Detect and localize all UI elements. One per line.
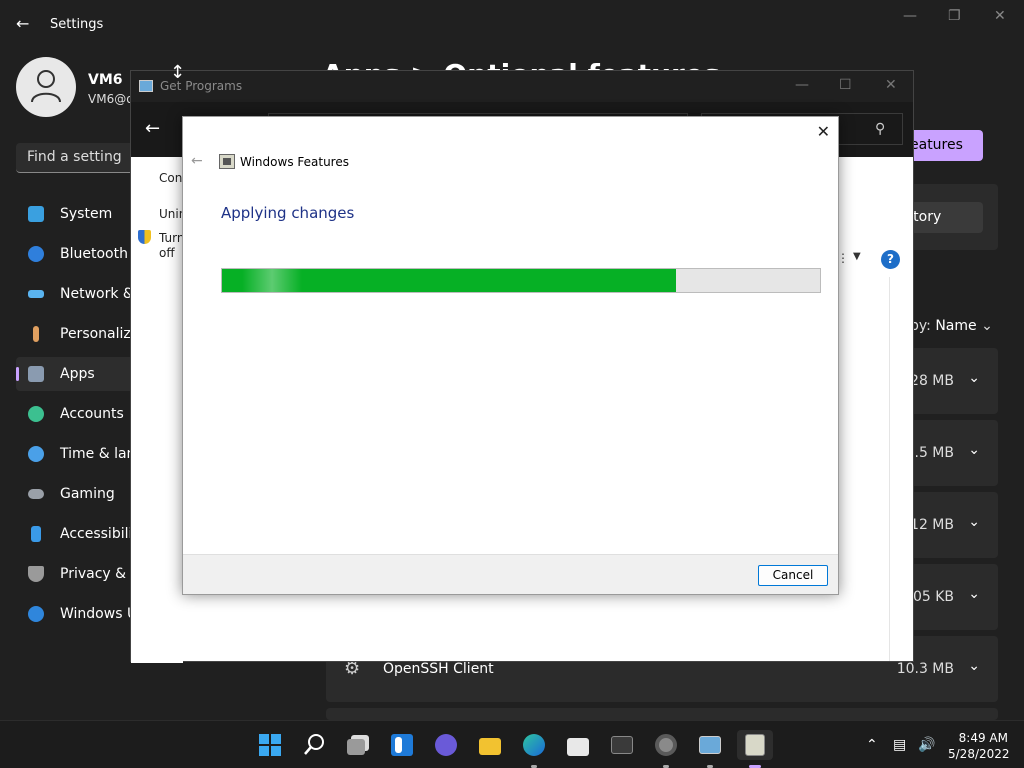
windows-logo-icon [259, 734, 281, 756]
brush-icon [33, 326, 39, 342]
volume-icon[interactable]: 🔊 [918, 737, 935, 753]
settings-button[interactable] [651, 730, 681, 768]
terminal-icon [611, 736, 633, 754]
start-button[interactable] [255, 730, 285, 760]
uac-shield-icon [138, 230, 151, 244]
control-panel-icon [699, 736, 721, 754]
progress-fill [222, 269, 676, 292]
avatar[interactable] [16, 57, 76, 117]
left-pane: Cont Unin Turn off [131, 157, 183, 663]
widgets-icon-panel [395, 737, 402, 753]
close-icon[interactable]: ✕ [994, 8, 1006, 24]
progress-bar [221, 268, 821, 293]
resize-cursor-icon: ↕ [170, 62, 186, 83]
taskbar-search-button[interactable] [299, 730, 329, 760]
maximize-icon[interactable]: ☐ [839, 77, 852, 93]
wifi-icon [28, 290, 44, 298]
control-panel-home-link[interactable]: Cont [159, 171, 183, 185]
clock[interactable]: 8:49 AM 5/28/2022 [948, 730, 1010, 762]
store-icon [567, 738, 589, 756]
user-name: VM6 [88, 72, 123, 88]
sidebar-item-label: Accounts [60, 406, 124, 422]
settings-title: Settings [50, 17, 104, 32]
chevron-down-icon[interactable]: ⌄ [968, 370, 980, 386]
system-icon [28, 206, 44, 222]
windows-features-icon [219, 154, 235, 169]
restore-icon[interactable]: ❐ [948, 8, 961, 24]
gamepad-icon [28, 489, 44, 499]
chevron-down-icon[interactable]: ⌄ [968, 658, 980, 674]
apps-icon [28, 366, 44, 382]
file-explorer-button[interactable] [475, 730, 505, 760]
sidebar-item-label: System [60, 206, 113, 222]
update-icon [28, 606, 44, 622]
user-icon [31, 70, 61, 103]
windows-features-button[interactable] [737, 730, 773, 768]
minimize-icon[interactable]: — [903, 8, 917, 24]
accessibility-icon [31, 526, 41, 542]
folder-icon [479, 738, 501, 755]
control-panel-icon [139, 80, 153, 92]
windows-features-icon [745, 734, 765, 756]
taskbar: ⌃ ▤ 🔊 8:49 AM 5/28/2022 [0, 720, 1024, 768]
chevron-down-icon[interactable]: ⌄ [968, 586, 980, 602]
help-icon[interactable]: ? [881, 250, 900, 269]
search-icon [304, 734, 324, 755]
chevron-up-icon[interactable]: ⌃ [866, 737, 878, 753]
back-arrow-icon[interactable]: ← [145, 118, 160, 139]
feature-row[interactable] [326, 708, 998, 720]
chevron-down-icon[interactable]: ⌄ [968, 442, 980, 458]
close-icon[interactable]: ✕ [817, 122, 830, 141]
chevron-down-icon[interactable]: ⌄ [968, 514, 980, 530]
shield-icon [28, 566, 44, 582]
clock-time: 8:49 AM [958, 731, 1008, 745]
uninstall-link[interactable]: Unin [159, 207, 183, 221]
chevron-down-icon: ⌄ [981, 318, 993, 334]
search-icon[interactable]: ⚲ [875, 121, 885, 137]
task-view-icon-back [347, 739, 365, 755]
network-icon[interactable]: ▤ [893, 737, 906, 753]
edge-button[interactable] [519, 730, 549, 768]
cancel-button[interactable]: Cancel [758, 565, 828, 586]
feature-size: 10.3 MB [896, 661, 954, 677]
user-email: VM6@o [88, 92, 134, 106]
feature-size: 28 MB [910, 373, 954, 389]
title-bar[interactable]: Get Programs — ☐ ✕ [131, 71, 913, 102]
turn-features-link-cont[interactable]: off [159, 246, 183, 260]
chat-icon [435, 734, 457, 756]
sort-value: Name [935, 318, 977, 334]
clock-date: 5/28/2022 [948, 747, 1010, 761]
close-icon[interactable]: ✕ [885, 77, 897, 93]
store-button[interactable] [563, 730, 593, 760]
sidebar-item-label: Apps [60, 366, 95, 382]
back-arrow-icon[interactable]: ← [16, 14, 29, 33]
dialog-footer: Cancel [183, 554, 838, 594]
windows-features-dialog: ✕ ← Windows Features Applying changes Ca… [182, 116, 839, 595]
person-icon [28, 406, 44, 422]
scrollbar[interactable] [889, 277, 890, 661]
bluetooth-icon [28, 246, 44, 262]
status-heading: Applying changes [221, 204, 355, 222]
edge-icon [523, 734, 545, 756]
chat-button[interactable] [431, 730, 461, 760]
widgets-button[interactable] [387, 730, 417, 760]
minimize-icon[interactable]: — [795, 77, 809, 93]
back-arrow-icon[interactable]: ← [191, 153, 203, 169]
feature-name: OpenSSH Client [383, 661, 494, 677]
sidebar-item-label: Gaming [60, 486, 115, 502]
task-view-button[interactable] [343, 730, 373, 760]
control-panel-button[interactable] [695, 730, 725, 768]
turn-features-link[interactable]: Turn [159, 231, 183, 245]
terminal-button[interactable] [607, 730, 637, 760]
dropdown-arrow-icon[interactable]: ▼ [853, 251, 861, 262]
sort-by-control[interactable]: by: Name ⌄ [910, 318, 993, 334]
dialog-title: Windows Features [240, 155, 349, 169]
clock-icon [28, 446, 44, 462]
gear-icon [655, 734, 677, 756]
